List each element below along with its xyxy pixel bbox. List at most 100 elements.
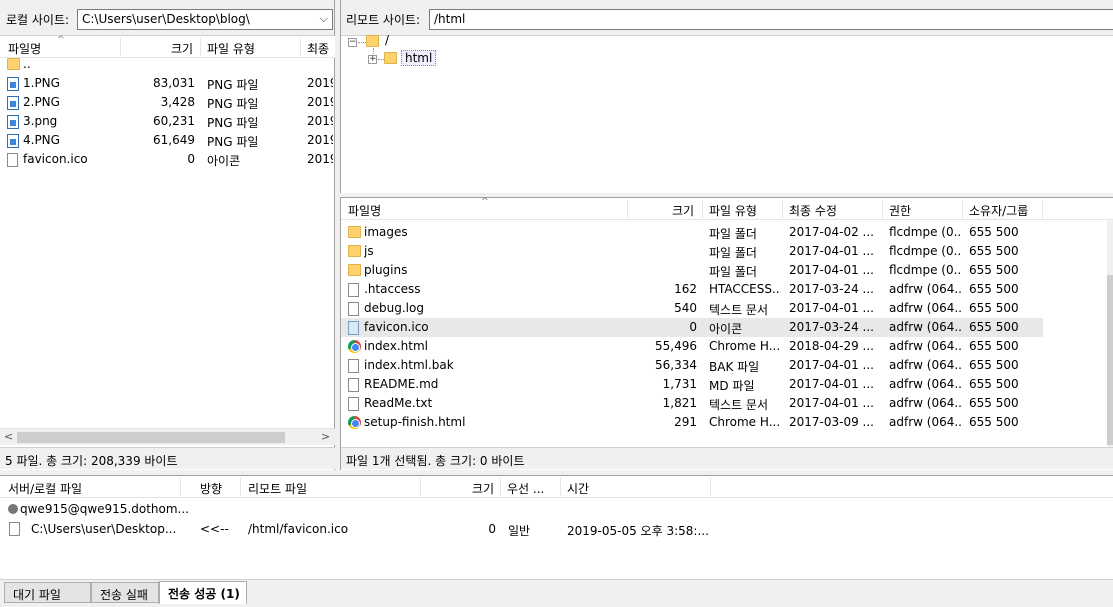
queue-item-remote: /html/favicon.ico [248, 522, 349, 536]
local-path-combo[interactable]: C:\Users\user\Desktop\blog\ ⌵ [77, 9, 333, 30]
file-name: .. [23, 57, 31, 71]
queue-col-remote[interactable]: 리모트 파일 [248, 480, 307, 497]
queue-col-direction[interactable]: 방향 [200, 480, 222, 497]
tree-collapse-icon[interactable]: − [348, 38, 357, 47]
column-divider[interactable] [882, 200, 883, 218]
tab-failed-transfers[interactable]: 전송 실패 [91, 582, 159, 603]
remote-file-row[interactable]: README.md 1,731 MD 파일 2017-04-01 ... adfrw (… [341, 375, 1043, 394]
queue-item-local: C:\Users\user\Desktop... [31, 522, 177, 536]
queue-col-priority[interactable]: 우선 ... [507, 480, 544, 497]
scroll-thumb[interactable] [1107, 275, 1113, 445]
file-type: PNG 파일 [207, 78, 259, 92]
file-type: PNG 파일 [207, 97, 259, 111]
remote-file-row[interactable]: favicon.ico 0 아이콘 2017-03-24 ... adfrw (064.… [341, 318, 1043, 337]
queue-server-name: qwe915@qwe915.dothom... [20, 502, 189, 516]
remote-file-row[interactable]: images 파일 폴더 2017-04-02 ... flcdmpe (0... 65… [341, 223, 1043, 242]
file-type: 텍스트 문서 [709, 398, 769, 412]
file-date: 2017-03-24 ... [789, 320, 874, 334]
remote-col-type[interactable]: 파일 유형 [709, 202, 757, 219]
queue-col-time[interactable]: 시간 [567, 480, 589, 497]
image-file-icon [7, 96, 19, 110]
file-owner: 655 500 [969, 358, 1019, 372]
file-size: 1,821 [662, 396, 697, 410]
column-divider[interactable] [180, 478, 181, 496]
column-divider[interactable] [962, 200, 963, 218]
file-date: 2017-04-01 ... [789, 358, 874, 372]
column-divider[interactable] [420, 478, 421, 496]
remote-file-row[interactable]: plugins 파일 폴더 2017-04-01 ... flcdmpe (0... 6… [341, 261, 1043, 280]
file-size: 56,334 [655, 358, 697, 372]
file-name: 2.PNG [23, 95, 60, 109]
file-owner: 655 500 [969, 263, 1019, 277]
column-divider[interactable] [300, 38, 301, 56]
queue-item-time: 2019-05-05 오후 3:58:... [567, 524, 709, 538]
remote-path-input[interactable]: /html [429, 9, 1113, 30]
file-icon [9, 522, 20, 536]
remote-file-row[interactable]: index.html 55,496 Chrome H... 2018-04-29 ..… [341, 337, 1043, 356]
scroll-left-icon[interactable]: < [4, 430, 13, 443]
file-name: README.md [364, 377, 439, 391]
column-divider[interactable] [702, 200, 703, 218]
remote-tree-pane: 리모트 사이트: /html − / + html [340, 0, 1113, 193]
remote-file-row[interactable]: setup-finish.html 291 Chrome H... 2017-03-0… [341, 413, 1043, 432]
file-date: 2019 [307, 133, 333, 147]
queue-col-file[interactable]: 서버/로컬 파일 [8, 480, 82, 497]
tab-successful-transfers[interactable]: 전송 성공 (1) [159, 581, 247, 604]
local-site-label: 로컬 사이트: [6, 13, 70, 27]
local-file-row[interactable]: 2.PNG 3,428 PNG 파일 2019 [0, 93, 335, 112]
tree-connector [358, 42, 366, 43]
remote-col-size[interactable]: 크기 [672, 202, 694, 219]
scroll-right-icon[interactable]: > [321, 430, 330, 443]
column-divider[interactable] [120, 38, 121, 56]
file-icon [348, 397, 359, 411]
file-date: 2017-04-01 ... [789, 301, 874, 315]
file-name: js [364, 244, 374, 258]
local-hscrollbar[interactable]: < > [0, 428, 335, 445]
local-file-row[interactable]: favicon.ico 0 아이콘 2019 [0, 150, 335, 169]
column-divider[interactable] [560, 478, 561, 496]
remote-file-row[interactable]: js 파일 폴더 2017-04-01 ... flcdmpe (0... 655 50… [341, 242, 1043, 261]
local-file-row[interactable]: .. [0, 55, 335, 74]
column-divider[interactable] [1042, 200, 1043, 218]
file-date: 2017-03-24 ... [789, 282, 874, 296]
file-type: MD 파일 [709, 379, 755, 393]
tree-expand-icon[interactable]: + [368, 55, 377, 64]
column-divider[interactable] [710, 478, 711, 496]
remote-col-perm[interactable]: 권한 [889, 202, 911, 219]
file-owner: 655 500 [969, 320, 1019, 334]
tab-queued-files[interactable]: 대기 파일 [4, 582, 91, 603]
file-size: 0 [689, 320, 697, 334]
remote-file-row[interactable]: index.html.bak 56,334 BAK 파일 2017-04-01 ...… [341, 356, 1043, 375]
sort-asc-icon: ^ [481, 197, 489, 207]
remote-col-date[interactable]: 최종 수정 [789, 202, 837, 219]
local-file-row[interactable]: 4.PNG 61,649 PNG 파일 2019 [0, 131, 335, 150]
remote-vscrollbar[interactable] [1107, 220, 1113, 447]
queue-item-row[interactable]: C:\Users\user\Desktop... <<-- /html/favi… [0, 520, 1113, 539]
folder-icon [348, 226, 361, 238]
column-divider[interactable] [200, 38, 201, 56]
column-divider[interactable] [782, 200, 783, 218]
file-owner: 655 500 [969, 301, 1019, 315]
column-divider[interactable] [627, 200, 628, 218]
chevron-down-icon[interactable]: ⌵ [320, 12, 328, 26]
tree-node-html[interactable]: html [401, 50, 437, 66]
file-date: 2017-04-01 ... [789, 263, 874, 277]
file-icon [348, 302, 359, 316]
remote-site-bar: 리모트 사이트: /html [341, 0, 1113, 36]
column-divider[interactable] [500, 478, 501, 496]
scroll-thumb[interactable] [17, 432, 285, 443]
local-site-bar: 로컬 사이트: C:\Users\user\Desktop\blog\ ⌵ [0, 0, 334, 36]
column-divider[interactable] [240, 478, 241, 496]
remote-col-owner[interactable]: 소유자/그룹 [969, 202, 1028, 219]
file-size: 540 [674, 301, 697, 315]
queue-col-size[interactable]: 크기 [472, 480, 494, 497]
file-permissions: adfrw (064... [889, 415, 961, 429]
remote-col-name[interactable]: 파일명 [348, 202, 381, 219]
local-file-row[interactable]: 3.png 60,231 PNG 파일 2019 [0, 112, 335, 131]
remote-file-row[interactable]: debug.log 540 텍스트 문서 2017-04-01 ... adfrw (0… [341, 299, 1043, 318]
remote-file-row[interactable]: ReadMe.txt 1,821 텍스트 문서 2017-04-01 ... adfrw… [341, 394, 1043, 413]
local-file-row[interactable]: 1.PNG 83,031 PNG 파일 2019 [0, 74, 335, 93]
tree-node-root[interactable]: / [385, 33, 389, 47]
queue-server-row[interactable]: qwe915@qwe915.dothom... [0, 500, 1113, 519]
remote-file-row[interactable]: .htaccess 162 HTACCESS... 2017-03-24 ... adf… [341, 280, 1043, 299]
